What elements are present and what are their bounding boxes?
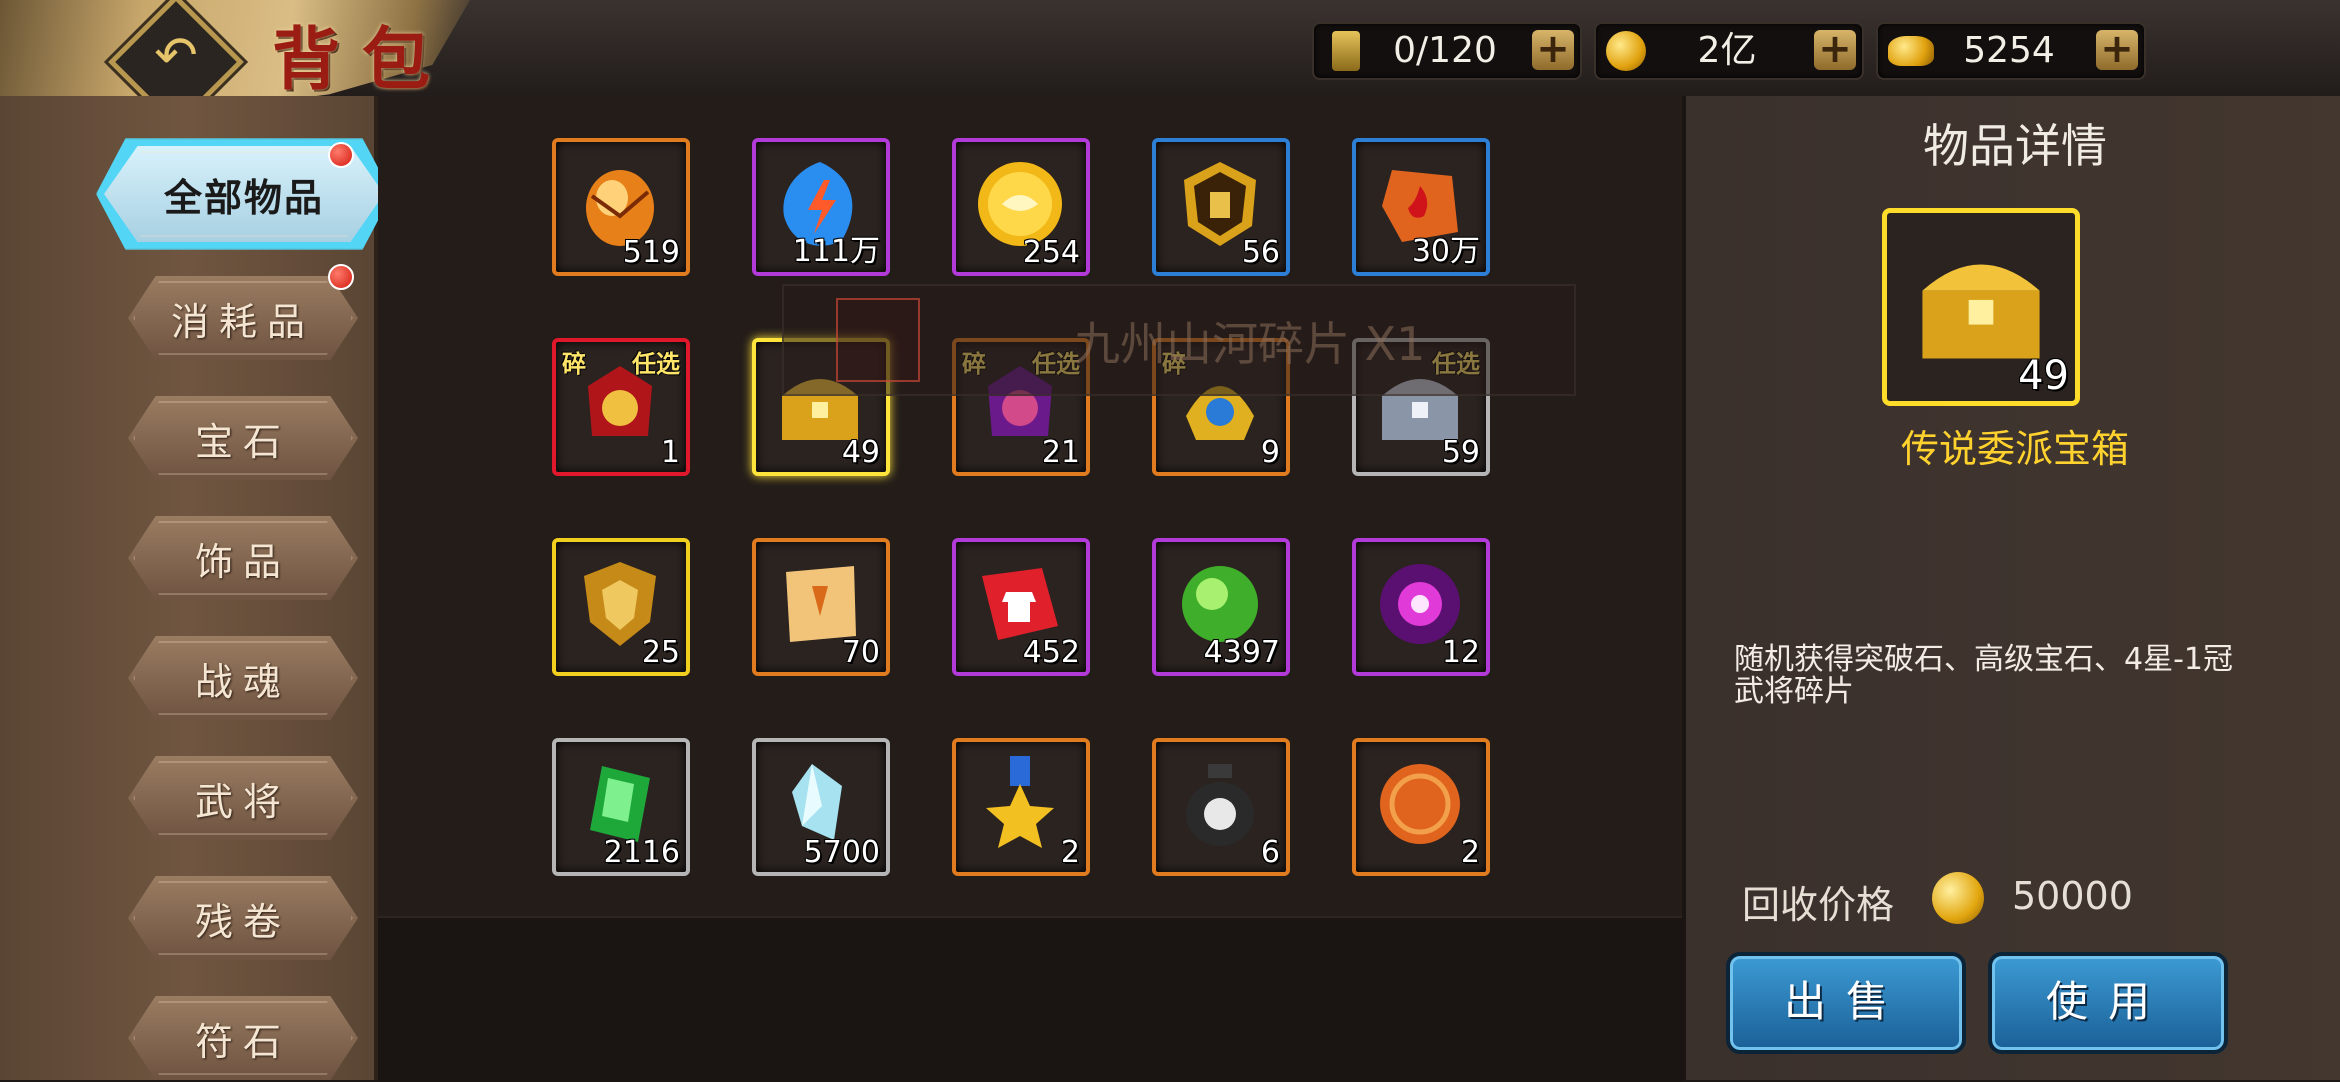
item-slot-scroll[interactable]: 70 xyxy=(752,538,890,676)
choice-tag: 任选 xyxy=(632,350,680,378)
fragment-tag: 碎 xyxy=(562,350,586,378)
item-slot-fire-egg[interactable]: 519 xyxy=(552,138,690,276)
item-count: 70 xyxy=(841,635,880,670)
orange-seal-icon xyxy=(1380,764,1460,844)
notification-badge xyxy=(328,264,354,290)
item-count: 2116 xyxy=(603,835,680,870)
item-slot-green-orb[interactable]: 4397 xyxy=(1152,538,1290,676)
item-count: 2 xyxy=(1060,835,1080,870)
bag-capacity-value: 0/120 xyxy=(1393,30,1497,71)
sell-price-value: 50000 xyxy=(2012,874,2133,918)
item-count: 59 xyxy=(1441,435,1480,470)
item-count: 6 xyxy=(1260,835,1280,870)
sell-price-label: 回收价格 xyxy=(1742,883,1895,927)
item-slot-gold-token[interactable]: 56 xyxy=(1152,138,1290,276)
add-capacity-button[interactable]: + xyxy=(1532,29,1574,70)
add-ingot-button[interactable]: + xyxy=(2096,29,2138,70)
item-slot-wine-jar[interactable]: 6 xyxy=(1152,738,1290,876)
tab-war-soul[interactable]: 战魂 xyxy=(128,636,358,720)
gold-coin-icon xyxy=(1932,872,1984,924)
item-count: 25 xyxy=(641,635,680,670)
toast-text: 九州山河碎片 X1 xyxy=(1074,317,1426,371)
tab-scroll-fragments[interactable]: 残卷 xyxy=(128,876,358,960)
item-slot-pink-energy-orb[interactable]: 12 xyxy=(1352,538,1490,676)
back-arrow-icon[interactable]: ↶ xyxy=(146,26,206,86)
inventory-grid-footer xyxy=(378,916,1682,1082)
ingot-value: 5254 xyxy=(1963,30,2055,71)
gold-ingot-icon xyxy=(1888,36,1934,66)
fragment-icon xyxy=(836,298,920,382)
item-slot-armor-puzzle[interactable]: 452 xyxy=(952,538,1090,676)
use-button[interactable]: 使用 xyxy=(1988,952,2228,1054)
item-count: 56 xyxy=(1241,235,1280,270)
item-description: 随机获得突破石、高级宝石、4星-1冠武将碎片 xyxy=(1734,642,2233,709)
flag-icon xyxy=(1332,31,1360,71)
gold-value: 2亿 xyxy=(1697,30,1757,71)
selected-item-count: 49 xyxy=(2018,353,2069,399)
item-count: 254 xyxy=(1022,235,1080,270)
ingot-counter: 5254 + xyxy=(1876,22,2146,80)
item-count: 49 xyxy=(841,435,880,470)
item-count: 519 xyxy=(622,235,680,270)
item-count: 4397 xyxy=(1203,635,1280,670)
gold-medal-icon xyxy=(986,756,1054,848)
item-slot-ice-crystal[interactable]: 5700 xyxy=(752,738,890,876)
item-slot-fire-stone[interactable]: 30万 xyxy=(1352,138,1490,276)
item-slot-gold-medal[interactable]: 2 xyxy=(952,738,1090,876)
bag-capacity-counter: 0/120 + xyxy=(1312,22,1582,80)
add-gold-button[interactable]: + xyxy=(1814,29,1856,70)
tab-runes[interactable]: 符石 xyxy=(128,996,358,1080)
detail-title: 物品详情 xyxy=(1923,119,2107,173)
tab-generals[interactable]: 武将 xyxy=(128,756,358,840)
item-count: 1 xyxy=(660,435,680,470)
item-count: 12 xyxy=(1441,635,1480,670)
tab-accessories[interactable]: 饰品 xyxy=(128,516,358,600)
item-count: 2 xyxy=(1460,835,1480,870)
item-detail-panel: 物品详情 49 传说委派宝箱 随机获得突破石、高级宝石、4星-1冠武将碎片 回收… xyxy=(1682,96,2340,1080)
wine-jar-icon xyxy=(1186,764,1254,846)
gold-coin-icon xyxy=(1606,31,1646,71)
sell-button[interactable]: 出售 xyxy=(1726,952,1966,1054)
selected-item-name: 传说委派宝箱 xyxy=(1900,427,2129,471)
item-slot-gold-shield[interactable]: 25 xyxy=(552,538,690,676)
item-count: 5700 xyxy=(803,835,880,870)
tab-gems[interactable]: 宝石 xyxy=(128,396,358,480)
page-title: 背包 xyxy=(272,20,453,100)
item-slot-red-general-fragment[interactable]: 碎 任选 1 xyxy=(552,338,690,476)
item-obtained-toast: 九州山河碎片 X1 xyxy=(782,284,1576,396)
item-slot-gold-coin[interactable]: 254 xyxy=(952,138,1090,276)
item-slot-green-gem[interactable]: 2116 xyxy=(552,738,690,876)
item-count: 452 xyxy=(1022,635,1080,670)
item-slot-lightning-gem[interactable]: 111万 xyxy=(752,138,890,276)
item-slot-orange-seal[interactable]: 2 xyxy=(1352,738,1490,876)
tab-consumables[interactable]: 消耗品 xyxy=(128,276,358,360)
item-count: 9 xyxy=(1260,435,1280,470)
selected-item-icon: 49 xyxy=(1882,208,2080,406)
notification-badge xyxy=(328,142,354,168)
item-count: 111万 xyxy=(792,234,880,269)
item-count: 30万 xyxy=(1411,234,1480,269)
item-count: 21 xyxy=(1041,435,1080,470)
gold-counter: 2亿 + xyxy=(1594,22,1864,80)
